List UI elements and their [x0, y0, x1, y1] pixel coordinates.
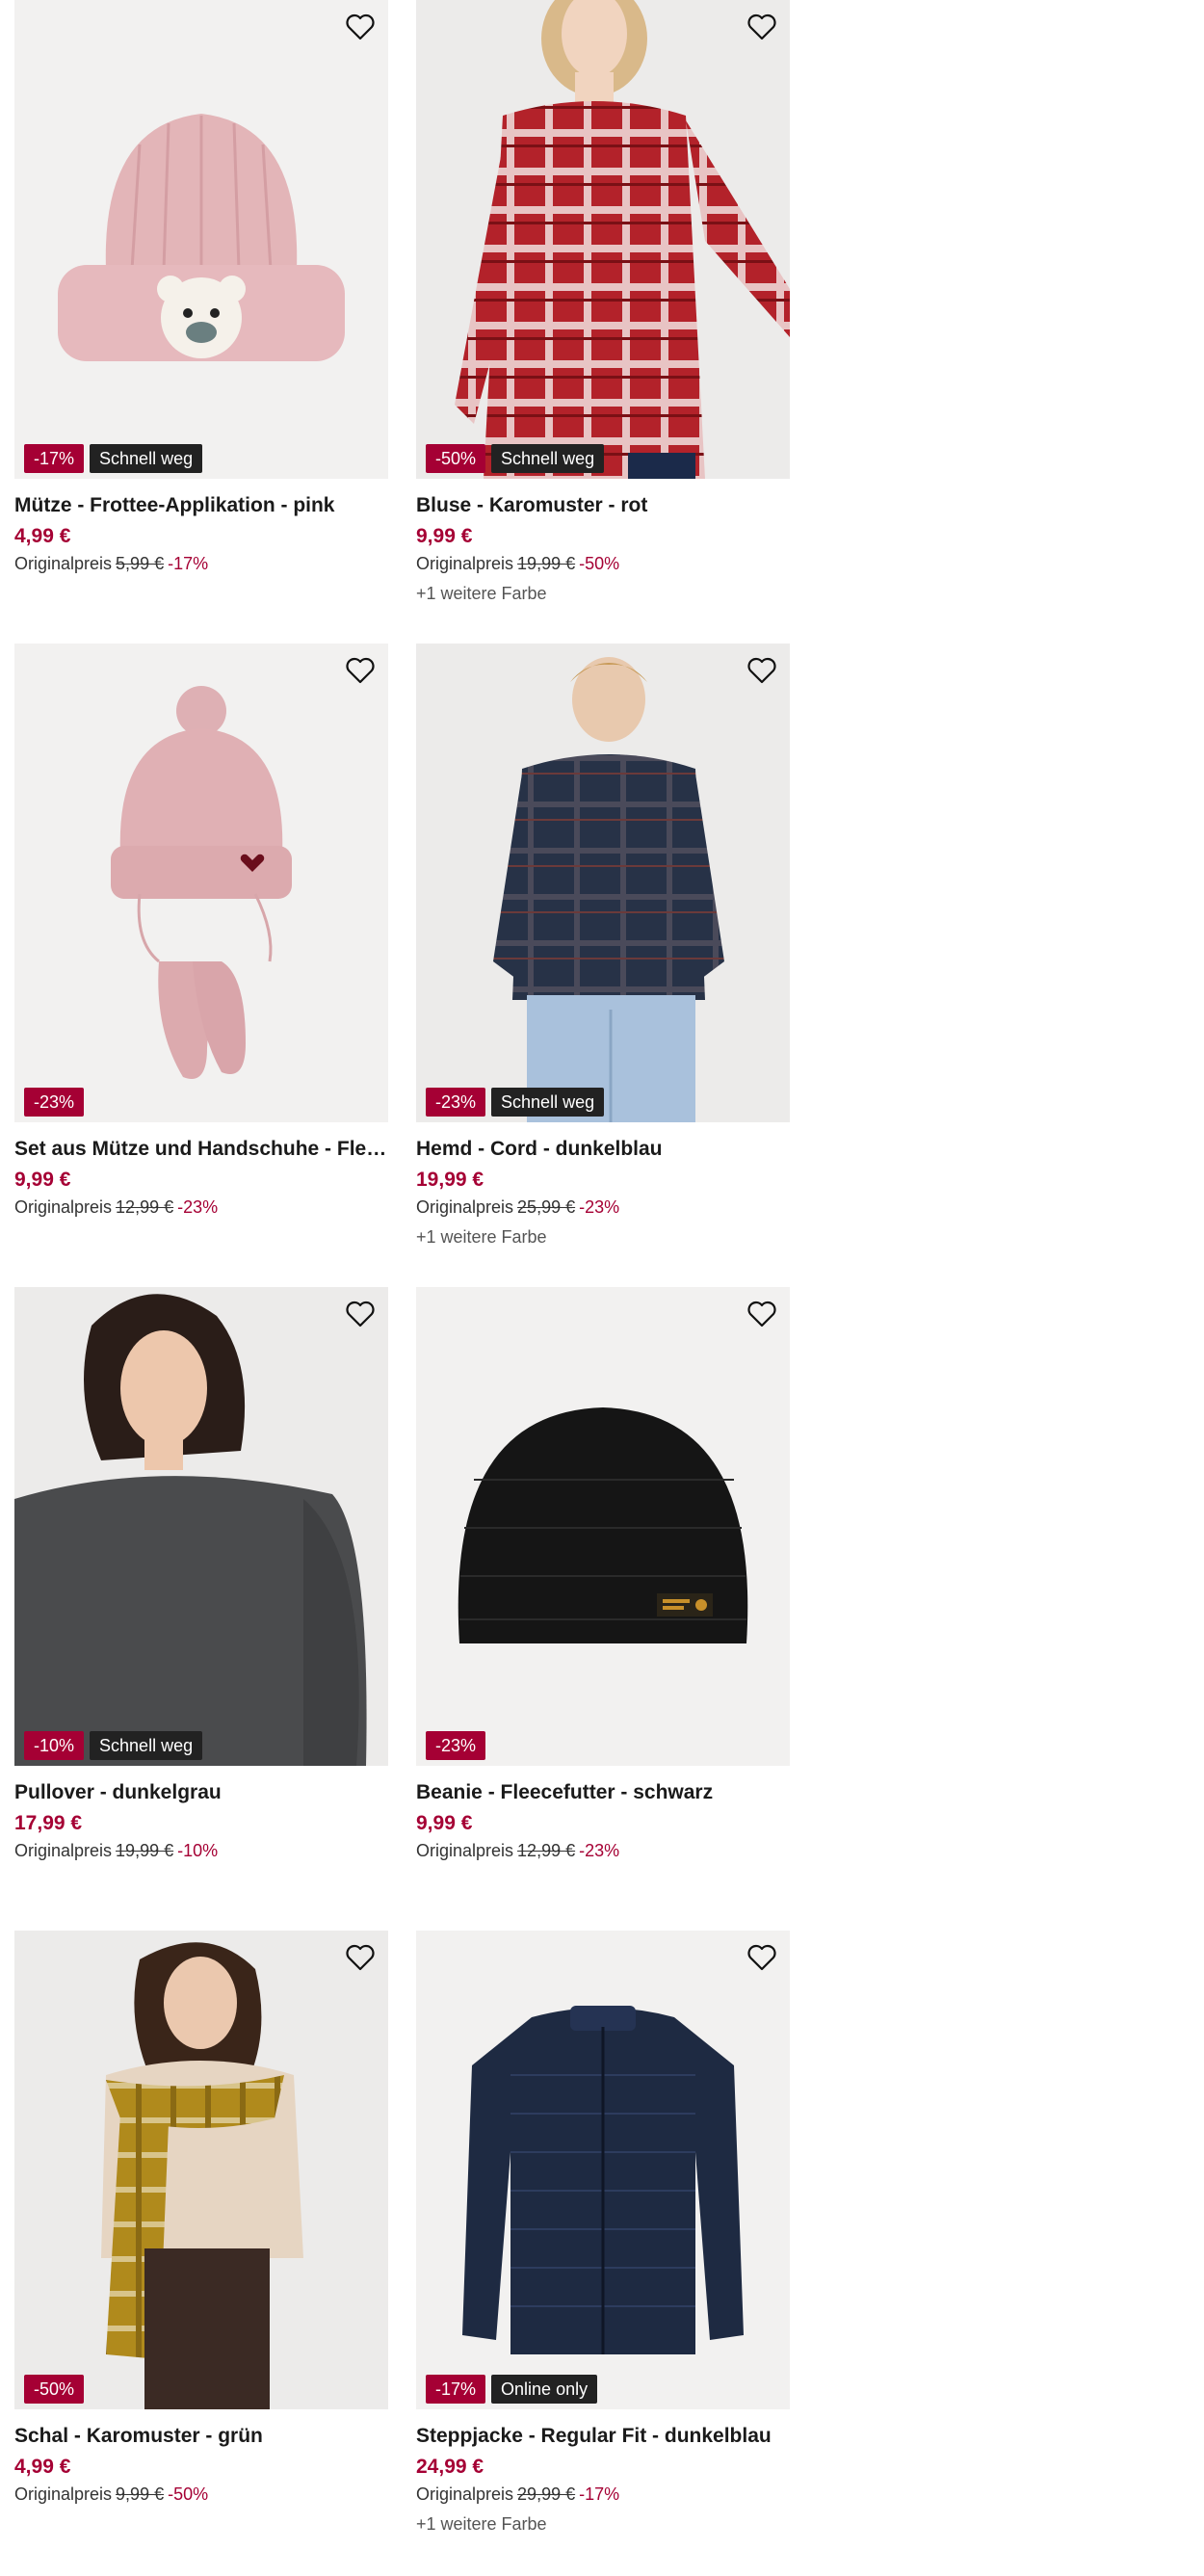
product-title[interactable]: Bluse - Karomuster - rot [416, 494, 790, 517]
hat-and-mittens-set-image [14, 644, 388, 1122]
original-price-label: Originalpreis [416, 554, 514, 573]
status-badge: Schnell weg [90, 1731, 203, 1760]
product-price: 19,99 € [416, 1169, 484, 1191]
original-price-row: Originalpreis 19,99 € -50% [416, 554, 790, 574]
red-plaid-blouse-image [416, 0, 790, 479]
product-price: 9,99 € [416, 525, 473, 547]
original-price-label: Originalpreis [14, 1197, 113, 1217]
wishlist-heart-icon[interactable] [342, 1299, 379, 1329]
original-price-row: Originalpreis 9,99 € -50% [14, 2484, 388, 2505]
more-colors-text[interactable]: +1 weitere Farbe [416, 1227, 790, 1248]
product-card[interactable]: -23% Schnell weg Hemd - Cord - dunkelbla… [416, 644, 790, 1248]
original-price: 19,99 € [116, 1841, 174, 1860]
product-price: 4,99 € [14, 525, 71, 547]
dark-grey-pullover-image [14, 1287, 388, 1766]
discount-badge: -50% [426, 444, 486, 473]
wishlist-heart-icon[interactable] [744, 655, 780, 686]
original-price: 29,99 € [517, 2484, 576, 2504]
original-price: 19,99 € [517, 554, 576, 573]
discount-percent: -17% [168, 554, 209, 573]
original-price-label: Originalpreis [416, 1197, 514, 1217]
status-badge: Schnell weg [491, 1088, 605, 1117]
discount-badge: -50% [24, 2375, 85, 2404]
product-price: 24,99 € [416, 2456, 484, 2478]
original-price-label: Originalpreis [416, 1841, 514, 1860]
product-image[interactable]: -17% Schnell weg [14, 0, 388, 479]
product-price: 4,99 € [14, 2456, 71, 2478]
original-price: 12,99 € [517, 1841, 576, 1860]
product-image[interactable]: -23% [14, 644, 388, 1122]
product-title[interactable]: Set aus Mütze und Handschuhe - Fleecef..… [14, 1138, 388, 1161]
product-card[interactable]: -17% Schnell weg Mütze - Frottee-Applika… [14, 0, 388, 574]
original-price: 25,99 € [517, 1197, 576, 1217]
discount-percent: -50% [579, 554, 620, 573]
discount-percent: -17% [579, 2484, 620, 2504]
product-title[interactable]: Mütze - Frottee-Applikation - pink [14, 494, 388, 517]
original-price-label: Originalpreis [14, 1841, 113, 1860]
original-price-row: Originalpreis 19,99 € -10% [14, 1841, 388, 1861]
product-image[interactable]: -17% Online only [416, 1931, 790, 2409]
product-card[interactable]: -50% Schnell weg Bluse - Karomuster - ro… [416, 0, 790, 604]
wishlist-heart-icon[interactable] [342, 1942, 379, 1973]
discount-percent: -50% [168, 2484, 209, 2504]
discount-percent: -23% [177, 1197, 219, 1217]
product-title[interactable]: Schal - Karomuster - grün [14, 2425, 388, 2448]
product-title[interactable]: Steppjacke - Regular Fit - dunkelblau [416, 2425, 790, 2448]
product-card[interactable]: -10% Schnell weg Pullover - dunkelgrau 1… [14, 1287, 388, 1861]
original-price: 12,99 € [116, 1197, 174, 1217]
product-price: 17,99 € [14, 1812, 83, 1834]
original-price-row: Originalpreis 12,99 € -23% [14, 1197, 388, 1218]
wishlist-heart-icon[interactable] [744, 1299, 780, 1329]
original-price-label: Originalpreis [14, 554, 113, 573]
original-price-row: Originalpreis 25,99 € -23% [416, 1197, 790, 1218]
wishlist-heart-icon[interactable] [342, 12, 379, 42]
discount-badge: -10% [24, 1731, 85, 1760]
product-card[interactable]: -23% Set aus Mütze und Handschuhe - Flee… [14, 644, 388, 1218]
discount-percent: -23% [579, 1197, 620, 1217]
product-image[interactable]: -23% Schnell weg [416, 644, 790, 1122]
original-price: 5,99 € [116, 554, 165, 573]
product-title[interactable]: Hemd - Cord - dunkelblau [416, 1138, 790, 1161]
discount-badge: -23% [426, 1731, 486, 1760]
navy-puffer-jacket-image [416, 1931, 790, 2409]
discount-badge: -23% [426, 1088, 486, 1117]
black-beanie-image [416, 1287, 790, 1766]
discount-badge: -17% [24, 444, 85, 473]
original-price-row: Originalpreis 29,99 € -17% [416, 2484, 790, 2505]
product-image[interactable]: -23% [416, 1287, 790, 1766]
pink-beanie-image [14, 0, 388, 479]
original-price-row: Originalpreis 12,99 € -23% [416, 1841, 790, 1861]
more-colors-text[interactable]: +1 weitere Farbe [416, 2514, 790, 2535]
product-title[interactable]: Beanie - Fleecefutter - schwarz [416, 1781, 790, 1804]
product-image[interactable]: -50% [14, 1931, 388, 2409]
product-image[interactable]: -50% Schnell weg [416, 0, 790, 479]
status-badge: Schnell weg [491, 444, 605, 473]
product-card[interactable]: -50% Schal - Karomuster - grün 4,99 € Or… [14, 1931, 388, 2505]
discount-badge: -17% [426, 2375, 486, 2404]
status-badge: Schnell weg [90, 444, 203, 473]
more-colors-text[interactable]: +1 weitere Farbe [416, 584, 790, 604]
original-price: 9,99 € [116, 2484, 165, 2504]
green-plaid-scarf-image [14, 1931, 388, 2409]
discount-percent: -23% [579, 1841, 620, 1860]
product-card[interactable]: -23% Beanie - Fleecefutter - schwarz 9,9… [416, 1287, 790, 1861]
discount-badge: -23% [24, 1088, 85, 1117]
original-price-row: Originalpreis 5,99 € -17% [14, 554, 388, 574]
original-price-label: Originalpreis [14, 2484, 113, 2504]
navy-cord-shirt-image [416, 644, 790, 1122]
product-title[interactable]: Pullover - dunkelgrau [14, 1781, 388, 1804]
wishlist-heart-icon[interactable] [744, 1942, 780, 1973]
product-price: 9,99 € [14, 1169, 71, 1191]
wishlist-heart-icon[interactable] [744, 12, 780, 42]
status-badge: Online only [491, 2375, 598, 2404]
product-image[interactable]: -10% Schnell weg [14, 1287, 388, 1766]
wishlist-heart-icon[interactable] [342, 655, 379, 686]
original-price-label: Originalpreis [416, 2484, 514, 2504]
product-card[interactable]: -17% Online only Steppjacke - Regular Fi… [416, 1931, 790, 2535]
discount-percent: -10% [177, 1841, 219, 1860]
product-price: 9,99 € [416, 1812, 473, 1834]
